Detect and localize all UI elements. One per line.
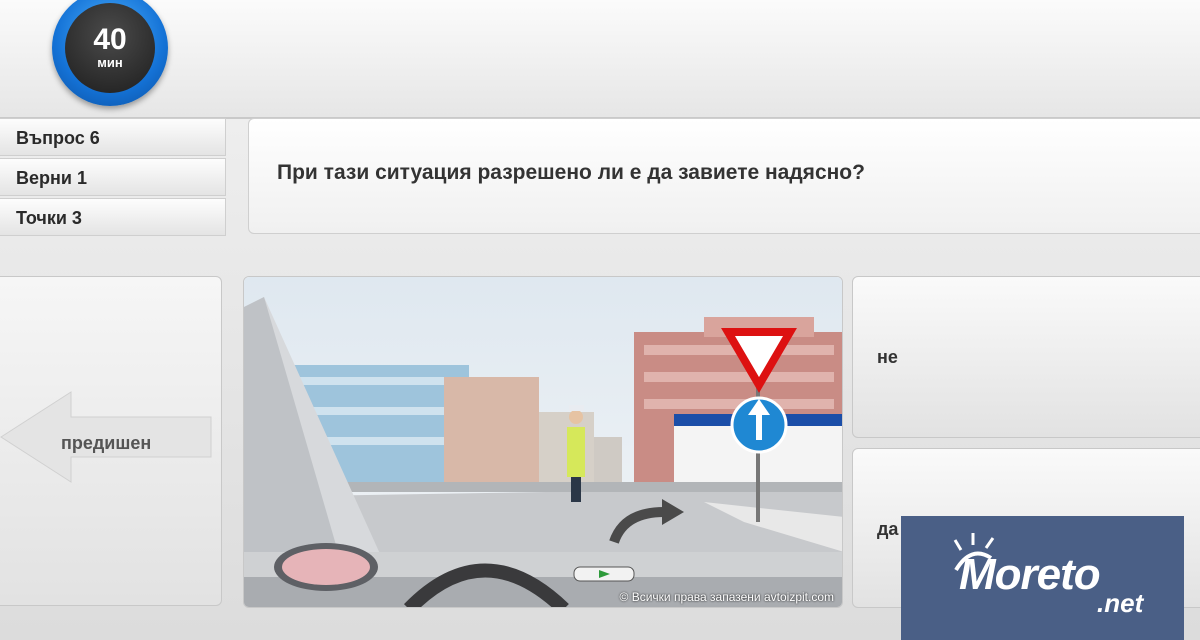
timer-badge: 40 мин [52,0,168,106]
timer-unit: мин [97,55,123,70]
answer-label-yes: да [877,519,899,539]
top-bar: 40 мин [0,0,1200,119]
previous-button[interactable]: предишен [0,276,222,606]
timer-face: 40 мин [65,3,155,93]
logo-suffix: .net [1097,588,1144,618]
answer-option-no[interactable]: не [852,276,1200,438]
logo-name: Moreto [959,550,1101,599]
watermark-logo: Moreto .net [901,516,1184,640]
question-image: © Всички права запазени avtoizpit.com [243,276,843,608]
question-text: При тази ситуация разрешено ли е да зави… [277,161,865,184]
stat-correct-count: Верни 1 [0,158,226,196]
stats-panel: Въпрос 6 Верни 1 Точки 3 [0,118,226,238]
stat-points: Точки 3 [0,198,226,236]
copyright-notice: © Всички права запазени avtoizpit.com [619,590,834,604]
stat-question-number: Въпрос 6 [0,118,226,156]
answer-label-no: не [877,347,898,367]
question-box: При тази ситуация разрешено ли е да зави… [248,118,1200,234]
timer-value: 40 [93,23,127,56]
road-scene-illustration [244,277,842,607]
previous-label: предишен [61,433,152,453]
